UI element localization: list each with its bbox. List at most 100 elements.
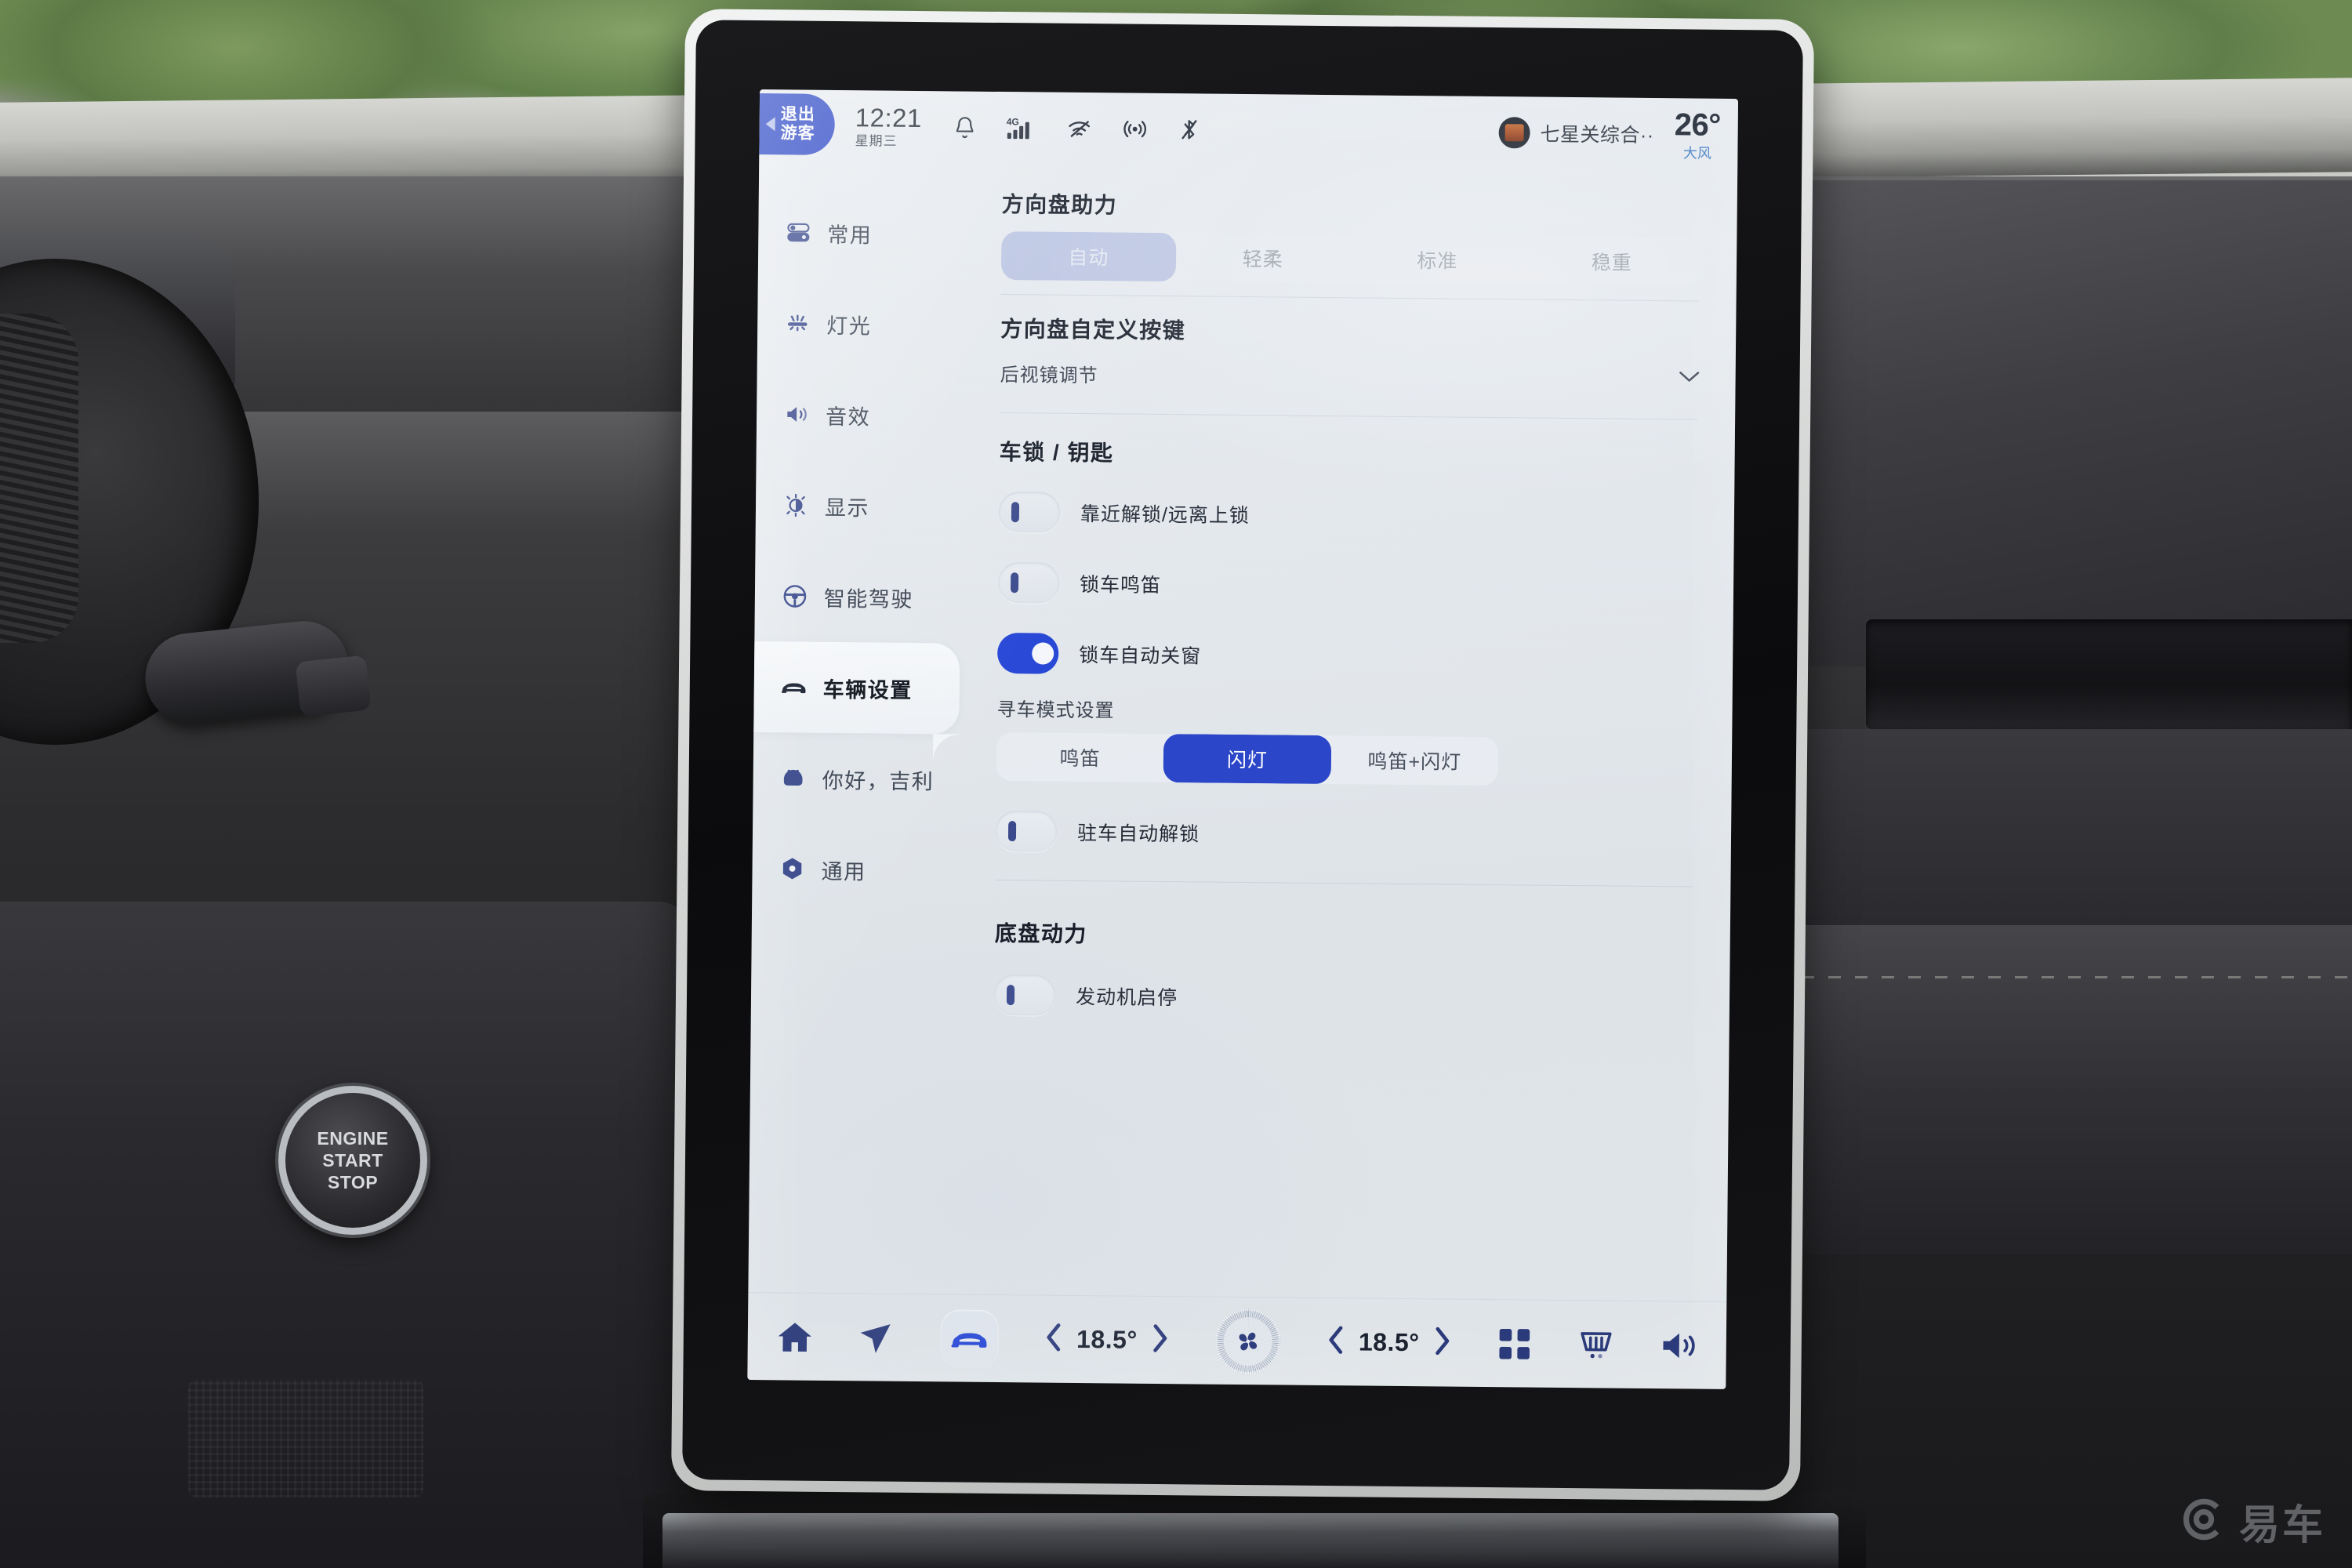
sidebar-item-audio[interactable]: 音效	[757, 368, 963, 462]
passenger-temp-value: 18.5°	[1358, 1327, 1420, 1357]
steering-assist-segmented[interactable]: 自动 轻柔 标准 稳重	[1000, 231, 1700, 287]
screen-mount-trim	[662, 1513, 1838, 1568]
bluetooth-off-icon[interactable]	[1178, 116, 1201, 143]
sidebar-item-smart-driving[interactable]: 智能驾驶	[754, 550, 960, 644]
sidebar-item-label: 显示	[824, 495, 870, 520]
status-bar: 退出 游客 12:21 星期三 4G 七星关综合·· 26° 大风	[759, 89, 1738, 171]
find-car-option-flash[interactable]: 闪灯	[1163, 734, 1331, 785]
steering-assist-option-firm[interactable]: 稳重	[1524, 236, 1699, 286]
passenger-temp-stepper[interactable]: 18.5°	[1326, 1324, 1453, 1361]
location-name: 七星关综合··	[1540, 123, 1654, 147]
sidebar-item-label: 常用	[827, 223, 873, 247]
yiche-logo-icon	[2180, 1495, 2228, 1548]
sidebar-item-lights[interactable]: 灯光	[757, 278, 964, 371]
sliders-icon	[785, 219, 811, 245]
chevron-down-icon	[1678, 368, 1700, 389]
signal-4g-icon[interactable]: 4G	[1007, 114, 1036, 141]
toggle-approach-unlock[interactable]	[998, 492, 1061, 533]
engine-line3: STOP	[327, 1172, 379, 1193]
sidebar-item-common[interactable]: 常用	[758, 187, 964, 280]
sidebar-item-display[interactable]: 显示	[755, 459, 961, 553]
section-title-steering-assist: 方向盘助力	[1001, 192, 1118, 218]
exit-guest-line2: 游客	[780, 124, 815, 143]
steering-assist-option-light[interactable]: 轻柔	[1175, 233, 1350, 283]
brightness-icon	[782, 492, 809, 518]
toggle-row-engine-start-stop[interactable]: 发动机启停	[993, 965, 1693, 1032]
sidebar-item-label: 车辆设置	[822, 677, 913, 702]
bottom-dock: 18.5° 18.5°	[747, 1291, 1727, 1389]
navigation-arrow-icon[interactable]	[858, 1319, 896, 1356]
fan-icon[interactable]	[1214, 1308, 1282, 1375]
engine-start-stop-button[interactable]: ENGINE START STOP	[278, 1086, 427, 1235]
speaker-icon	[783, 401, 810, 427]
location-widget[interactable]: 七星关综合··	[1498, 117, 1654, 150]
sidebar-item-vehicle-settings[interactable]: 车辆设置	[753, 641, 960, 735]
svg-text:4G: 4G	[1007, 116, 1019, 127]
toggle-lock-horn[interactable]	[997, 561, 1060, 604]
clock-time: 12:21	[855, 103, 923, 133]
car-icon	[781, 673, 808, 700]
steering-wheel-grip	[0, 314, 78, 643]
toggle-label: 驻车自动解锁	[1076, 822, 1200, 846]
toggle-engine-start-stop[interactable]	[993, 974, 1056, 1016]
sidebar-item-label: 智能驾驶	[823, 586, 914, 612]
watermark-text: 易车	[2238, 1503, 2325, 1548]
toggle-row-auto-close-windows[interactable]: 锁车自动关窗	[996, 623, 1696, 690]
find-car-segmented[interactable]: 鸣笛 闪灯 鸣笛+闪灯	[996, 731, 1499, 786]
toggle-park-auto-unlock[interactable]	[995, 810, 1058, 852]
stalk-tip	[295, 655, 372, 717]
sidebar-item-label: 灯光	[826, 314, 872, 338]
status-bar-right: 七星关综合·· 26° 大风	[1498, 96, 1721, 171]
steering-assist-option-standard[interactable]: 标准	[1350, 234, 1525, 285]
toggle-row-approach-unlock[interactable]: 靠近解锁/远离上锁	[998, 482, 1697, 549]
chevron-right-icon[interactable]	[1150, 1323, 1171, 1358]
chevron-left-icon[interactable]	[1326, 1324, 1346, 1359]
weather-condition: 大风	[1682, 144, 1711, 162]
settings-panel: 方向盘助力 自动 轻柔 标准 稳重 方向盘自定义按键 后视镜调节 车锁 / 钥匙…	[953, 164, 1737, 1301]
screen-bezel: 退出 游客 12:21 星期三 4G 七星关综合·· 26° 大风 常用 灯光 …	[682, 20, 1803, 1490]
location-avatar	[1498, 117, 1530, 149]
chevron-left-icon[interactable]	[1044, 1322, 1064, 1357]
bell-icon[interactable]	[953, 114, 977, 140]
dashboard-right-panel	[1748, 180, 2352, 666]
exit-guest-button[interactable]: 退出 游客	[759, 93, 836, 155]
sidebar-item-general[interactable]: 通用	[752, 823, 958, 916]
toggle-auto-close-windows[interactable]	[996, 632, 1059, 674]
chevron-right-icon[interactable]	[1432, 1325, 1452, 1360]
steering-custom-key-value: 后视镜调节	[1000, 364, 1098, 387]
infotainment-display: 退出 游客 12:21 星期三 4G 七星关综合·· 26° 大风 常用 灯光 …	[670, 9, 1815, 1501]
apps-grid-icon[interactable]	[1497, 1327, 1531, 1361]
car-front-icon[interactable]	[940, 1308, 1000, 1368]
wifi-off-icon[interactable]	[1066, 117, 1093, 140]
toggle-row-lock-horn[interactable]: 锁车鸣笛	[997, 553, 1697, 619]
volume-icon[interactable]	[1661, 1329, 1698, 1362]
toggle-label: 锁车自动关窗	[1079, 644, 1202, 668]
sidebar-item-voice-assistant[interactable]: 你好，吉利	[753, 732, 959, 826]
find-car-option-horn-flash[interactable]: 鸣笛+闪灯	[1330, 735, 1498, 786]
screen-ui: 退出 游客 12:21 星期三 4G 七星关综合·· 26° 大风 常用 灯光 …	[747, 89, 1739, 1389]
find-car-option-horn[interactable]: 鸣笛	[996, 732, 1164, 782]
weather-widget[interactable]: 26° 大风	[1674, 107, 1721, 162]
sidebar-item-label: 通用	[821, 859, 866, 884]
settings-sidebar: 常用 灯光 音效 显示 智能驾驶 车辆设置 你好，吉利 通用	[748, 162, 964, 1294]
back-triangle-icon	[765, 117, 775, 132]
engine-line2: START	[322, 1149, 383, 1171]
content-area: 常用 灯光 音效 显示 智能驾驶 车辆设置 你好，吉利 通用 方向盘助力 自动 …	[748, 162, 1737, 1301]
clock-weekday: 星期三	[855, 133, 898, 149]
rear-defrost-icon[interactable]	[1577, 1327, 1616, 1362]
driver-temp-value: 18.5°	[1076, 1325, 1138, 1354]
steering-wheel-icon	[782, 583, 808, 609]
hotspot-icon[interactable]	[1123, 116, 1148, 141]
clock: 12:21 星期三	[855, 103, 923, 149]
home-icon[interactable]	[776, 1319, 814, 1354]
voice-assistant-icon	[780, 764, 807, 791]
toggle-label: 靠近解锁/远离上锁	[1080, 503, 1250, 528]
section-title-steering-custom-key: 方向盘自定义按键	[1000, 317, 1186, 343]
status-icons: 4G	[953, 114, 1201, 143]
toggle-label: 发动机启停	[1075, 985, 1178, 1010]
driver-temp-stepper[interactable]: 18.5°	[1044, 1322, 1171, 1359]
steering-assist-option-auto[interactable]: 自动	[1000, 231, 1176, 282]
toggle-label: 锁车鸣笛	[1079, 573, 1162, 597]
steering-custom-key-dropdown[interactable]: 后视镜调节	[1000, 343, 1700, 408]
toggle-row-park-auto-unlock[interactable]: 驻车自动解锁	[995, 801, 1694, 868]
